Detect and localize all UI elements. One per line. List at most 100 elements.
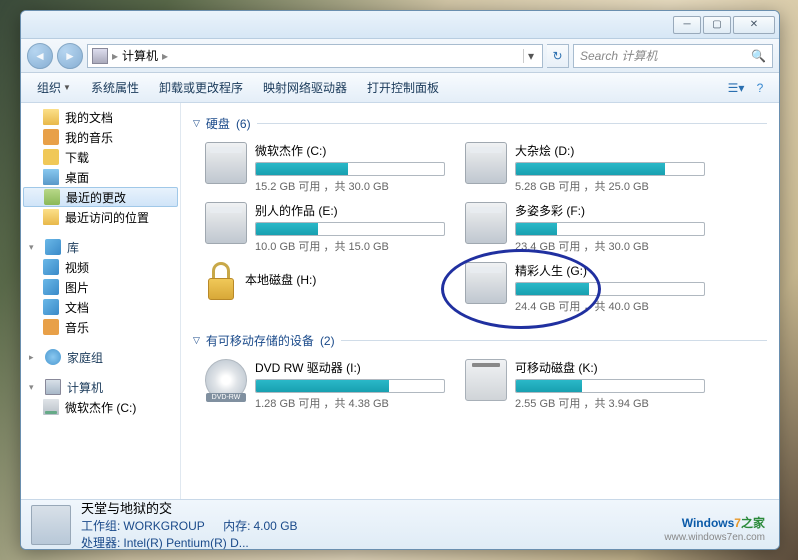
uninstall-button[interactable]: 卸载或更改程序 [151,75,251,100]
expand-icon[interactable]: ▾ [29,242,39,253]
drive-icon [465,359,507,401]
music-icon [43,129,59,145]
picture-icon [43,279,59,295]
drive-name: 别人的作品 (E:) [255,202,445,219]
sidebar-item-recent-places[interactable]: 最近访问的位置 [21,207,180,227]
search-icon: 🔍 [751,49,766,63]
download-icon [43,149,59,165]
group-header-removable[interactable]: ▽ 有可移动存储的设备 (2) [193,328,767,353]
command-bar: 组织▼ 系统属性 卸载或更改程序 映射网络驱动器 打开控制面板 ☰▾ ? [21,73,779,103]
computer-icon [92,48,108,64]
drive-item[interactable]: DVD RW 驱动器 (I:) 1.28 GB 可用 ，共 4.38 GB [205,359,445,411]
search-input[interactable]: Search 计算机 🔍 [573,44,773,68]
desktop-icon [43,169,59,185]
drive-item[interactable]: 多姿多彩 (F:)23.4 GB 可用 ，共 30.0 GB [465,202,705,254]
drive-capacity-bar [515,282,705,296]
drive-name: 微软杰作 (C:) [255,142,445,159]
control-panel-button[interactable]: 打开控制面板 [359,75,447,100]
drive-item[interactable]: 可移动磁盘 (K:)2.55 GB 可用 ，共 3.94 GB [465,359,705,411]
drive-capacity-bar [515,162,705,176]
drive-name: 多姿多彩 (F:) [515,202,705,219]
drive-name: 精彩人生 (G:) [515,262,705,279]
folder-icon [43,109,59,125]
sidebar-item-drive-c[interactable]: 微软杰作 (C:) [21,397,180,417]
sidebar-computer[interactable]: ▾计算机 [21,377,180,397]
back-button[interactable]: ◄ [27,43,53,69]
recent-icon [44,189,60,205]
breadcrumb-sep-icon: ▸ [162,49,168,63]
drive-capacity-bar [515,379,705,393]
drive-icon [465,262,507,304]
computer-large-icon [31,505,71,545]
sidebar-item-downloads[interactable]: 下载 [21,147,180,167]
titlebar: ─ ▢ ✕ [21,11,779,39]
sidebar-item-videos[interactable]: 视频 [21,257,180,277]
group-header-hdd[interactable]: ▽ 硬盘 (6) [193,111,767,136]
map-drive-button[interactable]: 映射网络驱动器 [255,75,355,100]
address-bar[interactable]: ▸ 计算机 ▸ ▾ [87,44,543,68]
drive-stats: 5.28 GB 可用 ，共 25.0 GB [515,178,705,194]
video-icon [43,259,59,275]
drive-capacity-bar [515,222,705,236]
collapse-icon[interactable]: ▽ [193,335,200,346]
help-icon[interactable]: ? [749,77,771,99]
nav-bar: ◄ ► ▸ 计算机 ▸ ▾ ↻ Search 计算机 🔍 [21,39,779,73]
drive-item[interactable]: 精彩人生 (G:)24.4 GB 可用 ，共 40.0 GB [465,262,705,314]
document-icon [43,299,59,315]
drive-icon [465,202,507,244]
drive-icon [43,399,59,415]
lock-icon [205,262,237,300]
system-properties-button[interactable]: 系统属性 [83,75,147,100]
explorer-window: ─ ▢ ✕ ◄ ► ▸ 计算机 ▸ ▾ ↻ Search 计算机 🔍 组织▼ 系… [20,10,780,550]
drive-item[interactable]: 微软杰作 (C:) 15.2 GB 可用 ，共 30.0 GB [205,142,445,194]
expand-icon[interactable]: ▸ [29,352,39,363]
drive-capacity-bar [255,222,445,236]
watermark: Windows7之家 www.windows7en.com [664,511,765,543]
sidebar-item-documents[interactable]: 我的文档 [21,107,180,127]
view-menu-icon[interactable]: ☰▾ [725,77,747,99]
sidebar-homegroup[interactable]: ▸家庭组 [21,347,180,367]
maximize-button[interactable]: ▢ [703,16,731,34]
drive-stats: 1.28 GB 可用 ，共 4.38 GB [255,395,445,411]
drive-name: 大杂烩 (D:) [515,142,705,159]
breadcrumb-item[interactable]: 计算机 [122,47,158,64]
drive-capacity-bar [255,379,445,393]
sidebar-item-libmusic[interactable]: 音乐 [21,317,180,337]
forward-button[interactable]: ► [57,43,83,69]
sidebar-item-desktop[interactable]: 桌面 [21,167,180,187]
details-pane: 天堂与地狱的交 工作组: WORKGROUP 内存: 4.00 GB 处理器: … [21,499,779,549]
drive-capacity-bar [255,162,445,176]
minimize-button[interactable]: ─ [673,16,701,34]
status-computer-name: 天堂与地狱的交 [81,498,298,517]
sidebar-item-music[interactable]: 我的音乐 [21,127,180,147]
refresh-button[interactable]: ↻ [547,44,569,68]
sidebar-libraries-header[interactable]: ▾库 [21,237,180,257]
drive-item[interactable]: 别人的作品 (E:) 10.0 GB 可用 ，共 15.0 GB [205,202,445,254]
status-row: 工作组: WORKGROUP 内存: 4.00 GB [81,517,298,534]
organize-menu[interactable]: 组织▼ [29,75,79,100]
drive-name: DVD RW 驱动器 (I:) [255,359,445,376]
address-dropdown-icon[interactable]: ▾ [523,49,538,63]
drive-icon [465,142,507,184]
sidebar-item-docs[interactable]: 文档 [21,297,180,317]
collapse-icon[interactable]: ▽ [193,118,200,129]
homegroup-icon [45,349,61,365]
drive-name: 本地磁盘 (H:) [245,271,316,288]
drive-icon [205,142,247,184]
close-button[interactable]: ✕ [733,16,775,34]
navigation-pane: 我的文档 我的音乐 下载 桌面 最近的更改 最近访问的位置 ▾库 视频 图片 文… [21,103,181,499]
search-placeholder: Search 计算机 [580,47,657,64]
computer-icon [45,379,61,395]
drive-icon [205,359,247,401]
drive-stats: 10.0 GB 可用 ，共 15.0 GB [255,238,445,254]
sidebar-item-pictures[interactable]: 图片 [21,277,180,297]
drive-item[interactable]: 大杂烩 (D:) 5.28 GB 可用 ，共 25.0 GB [465,142,705,194]
library-icon [45,239,61,255]
drive-icon [205,202,247,244]
expand-icon[interactable]: ▾ [29,382,39,393]
sidebar-item-recent-changes[interactable]: 最近的更改 [23,187,178,207]
content-pane: ▽ 硬盘 (6) 微软杰作 (C:) 15.2 GB 可用 ，共 30.0 GB 大… [181,103,779,499]
drive-stats: 2.55 GB 可用 ，共 3.94 GB [515,395,705,411]
drive-item-locked[interactable]: 本地磁盘 (H:) [205,262,445,314]
drive-stats: 15.2 GB 可用 ，共 30.0 GB [255,178,445,194]
